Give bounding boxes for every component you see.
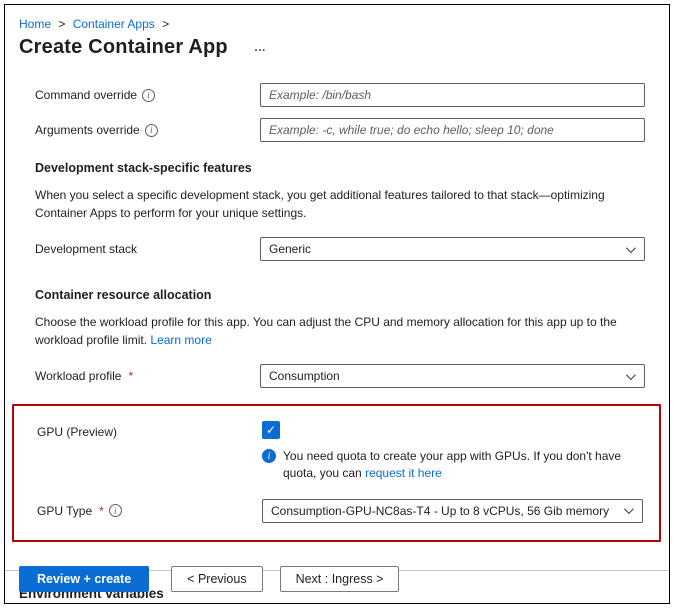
- required-marker: *: [128, 369, 133, 383]
- gpu-type-label: GPU Type: [37, 504, 92, 518]
- gpu-quota-text: You need quota to create your app with G…: [283, 448, 643, 483]
- development-stack-label: Development stack: [35, 242, 137, 256]
- checkmark-icon: ✓: [266, 423, 276, 437]
- info-icon[interactable]: i: [109, 504, 122, 517]
- dev-stack-section-heading: Development stack-specific features: [35, 161, 645, 175]
- arguments-override-input[interactable]: [260, 118, 645, 142]
- command-override-input[interactable]: [260, 83, 645, 107]
- breadcrumb-home-link[interactable]: Home: [19, 17, 51, 31]
- breadcrumb-separator: >: [162, 17, 169, 31]
- workload-profile-dropdown[interactable]: Consumption: [260, 364, 645, 388]
- gpu-quota-text-body: You need quota to create your app with G…: [283, 449, 621, 480]
- command-override-row: Command override i: [35, 83, 645, 107]
- gpu-checkbox[interactable]: ✓: [262, 421, 280, 439]
- development-stack-row: Development stack Generic: [35, 237, 645, 261]
- wizard-footer: Review + create < Previous Next : Ingres…: [19, 566, 416, 592]
- breadcrumb-separator: >: [58, 17, 65, 31]
- chevron-down-icon: [626, 243, 636, 253]
- gpu-row: GPU (Preview) ✓ i You need quota to crea…: [37, 421, 643, 483]
- gpu-type-dropdown[interactable]: Consumption-GPU-NC8as-T4 - Up to 8 vCPUs…: [262, 499, 643, 523]
- chevron-down-icon: [626, 370, 636, 380]
- command-override-label: Command override: [35, 88, 137, 102]
- workload-profile-row: Workload profile * Consumption: [35, 364, 645, 388]
- dev-stack-description: When you select a specific development s…: [35, 186, 645, 222]
- review-create-button[interactable]: Review + create: [19, 566, 149, 592]
- development-stack-value: Generic: [269, 242, 311, 256]
- breadcrumb: Home > Container Apps >: [5, 5, 669, 31]
- gpu-preview-label: GPU (Preview): [37, 425, 117, 439]
- required-marker: *: [99, 504, 104, 518]
- annotation-highlight-box: GPU (Preview) ✓ i You need quota to crea…: [12, 404, 661, 542]
- chevron-down-icon: [624, 504, 634, 514]
- learn-more-link[interactable]: Learn more: [150, 333, 211, 347]
- resource-description-text: Choose the workload profile for this app…: [35, 315, 617, 347]
- gpu-quota-message: i You need quota to create your app with…: [262, 448, 643, 483]
- info-icon[interactable]: i: [142, 89, 155, 102]
- breadcrumb-container-apps-link[interactable]: Container Apps: [73, 17, 155, 31]
- create-container-app-window: Home > Container Apps > Create Container…: [4, 4, 670, 604]
- request-quota-link[interactable]: request it here: [365, 466, 442, 480]
- container-form: Command override i Arguments override i …: [5, 59, 669, 542]
- page-title: Create Container App: [19, 36, 228, 59]
- gpu-type-value: Consumption-GPU-NC8as-T4 - Up to 8 vCPUs…: [271, 504, 609, 518]
- gpu-type-row: GPU Type * i Consumption-GPU-NC8as-T4 - …: [37, 499, 643, 523]
- environment-variables-header-row: Name Value Delete: [5, 601, 669, 604]
- workload-profile-value: Consumption: [269, 369, 340, 383]
- title-row: Create Container App …: [5, 31, 669, 59]
- next-ingress-button[interactable]: Next : Ingress >: [280, 566, 400, 592]
- resource-description: Choose the workload profile for this app…: [35, 313, 645, 349]
- previous-button[interactable]: < Previous: [171, 566, 262, 592]
- arguments-override-label: Arguments override: [35, 123, 140, 137]
- workload-profile-label: Workload profile: [35, 369, 121, 383]
- more-options-icon[interactable]: …: [254, 40, 268, 54]
- development-stack-dropdown[interactable]: Generic: [260, 237, 645, 261]
- info-icon: i: [262, 449, 276, 463]
- arguments-override-row: Arguments override i: [35, 118, 645, 142]
- info-icon[interactable]: i: [145, 124, 158, 137]
- resource-section-heading: Container resource allocation: [35, 288, 645, 302]
